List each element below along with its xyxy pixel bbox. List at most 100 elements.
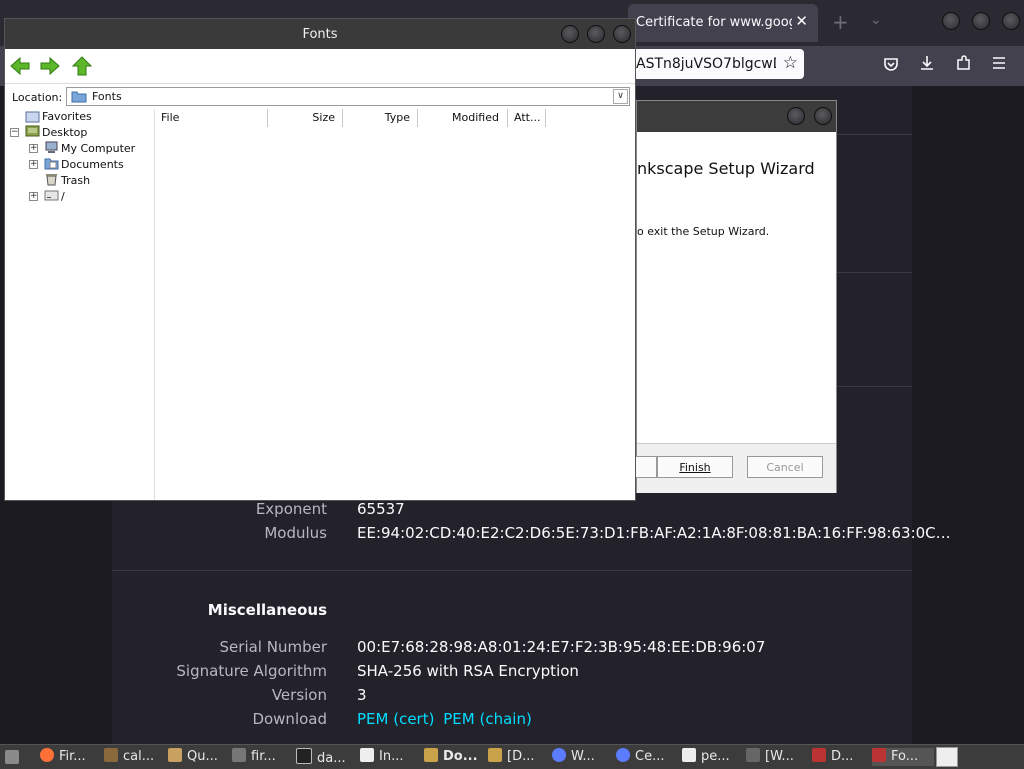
version-value: 3	[357, 686, 367, 704]
close-button[interactable]	[613, 25, 631, 43]
location-dropdown-icon[interactable]: ∨	[613, 89, 628, 104]
desktop-icon	[25, 125, 40, 137]
tab-list-button[interactable]: ⌄	[870, 12, 882, 28]
taskbar-item-d-bracket[interactable]: [D...	[488, 748, 534, 766]
tab-close-icon[interactable]: ✕	[795, 12, 808, 30]
taskbar-item-pe[interactable]: pe...	[682, 748, 730, 766]
taskbar-item-firefox[interactable]: Fir...	[40, 748, 86, 766]
column-header-size[interactable]: Size	[268, 109, 343, 127]
taskbar-item-calibre[interactable]: cal...	[104, 748, 154, 766]
folder-icon	[488, 748, 502, 762]
back-button[interactable]	[635, 456, 657, 478]
tab-certificate[interactable]: Certificate for www.google ✕	[628, 4, 818, 42]
tree-item-favorites[interactable]: Favorites	[42, 110, 92, 123]
tree-item-documents[interactable]: Documents	[61, 158, 124, 171]
column-header-file[interactable]: File	[155, 109, 268, 127]
collapse-icon[interactable]: −	[10, 128, 19, 137]
inkscape-setup-wizard: nkscape Setup Wizard o exit the Setup Wi…	[635, 100, 837, 493]
menu-icon[interactable]	[991, 55, 1007, 71]
minimize-button[interactable]	[942, 12, 960, 30]
forward-arrow-icon[interactable]	[39, 56, 61, 76]
file-list: File Size Type Modified Att...	[155, 109, 635, 500]
window-title: Fonts	[302, 27, 338, 42]
books-icon	[104, 748, 118, 762]
drive-icon	[44, 190, 59, 201]
location-row: Location: Fonts ∨	[5, 83, 635, 110]
tray-icon[interactable]	[936, 747, 958, 767]
maximize-button[interactable]	[972, 12, 990, 30]
taskbar-item-fonts[interactable]: Fo...	[872, 748, 934, 766]
sigalg-value: SHA-256 with RSA Encryption	[357, 662, 579, 680]
taskbar-item-w[interactable]: W...	[552, 748, 595, 766]
taskbar-item-do[interactable]: Do...	[424, 748, 478, 766]
tree-item-desktop[interactable]: Desktop	[42, 126, 87, 139]
url-text: ASTn8juVSO7blgcwDC	[636, 56, 776, 72]
serial-value: 00:E7:68:28:98:A8:01:24:E7:F2:3B:95:48:E…	[357, 638, 766, 656]
minimize-button[interactable]	[561, 25, 579, 43]
folder-tree: Favorites − Desktop + My Computer + Docu…	[5, 109, 155, 500]
close-button[interactable]	[814, 107, 832, 125]
up-arrow-icon[interactable]	[71, 56, 93, 76]
cancel-button[interactable]: Cancel	[747, 456, 823, 478]
firefox-icon	[552, 748, 566, 762]
fonts-titlebar: Fonts	[5, 19, 635, 49]
new-tab-button[interactable]: +	[832, 10, 849, 34]
taskbar-item-w-bracket[interactable]: [W...	[746, 748, 794, 766]
column-header-type[interactable]: Type	[343, 109, 418, 127]
expand-icon[interactable]: +	[29, 192, 38, 201]
taskbar: Fir... cal... Qu... fir... da... In... D…	[0, 744, 1024, 769]
column-header-attributes[interactable]: Att...	[508, 109, 546, 127]
serial-label: Serial Number	[219, 638, 327, 656]
window-icon	[682, 748, 696, 762]
taskbar-item-qu[interactable]: Qu...	[168, 748, 218, 766]
fonts-window: Fonts Location: Fonts ∨ Favorites − Desk…	[4, 18, 636, 501]
folder-icon	[71, 91, 87, 103]
location-input[interactable]: Fonts ∨	[66, 87, 630, 106]
app-icon	[232, 748, 246, 762]
minimize-button[interactable]	[787, 107, 805, 125]
pem-cert-link[interactable]: PEM (cert)	[357, 710, 434, 728]
tree-item-trash[interactable]: Trash	[61, 174, 90, 187]
firefox-icon	[40, 748, 54, 762]
url-bar[interactable]: ASTn8juVSO7blgcwDC ☆	[630, 49, 804, 79]
folder-icon	[424, 748, 438, 762]
sigalg-label: Signature Algorithm	[176, 662, 327, 680]
taskbar-item-fir[interactable]: fir...	[232, 748, 276, 766]
firefox-icon	[616, 748, 630, 762]
expand-icon[interactable]: +	[29, 160, 38, 169]
modulus-label: Modulus	[264, 524, 327, 542]
tree-item-root[interactable]: /	[61, 190, 65, 203]
wine-icon	[872, 748, 886, 762]
exponent-label: Exponent	[255, 500, 327, 518]
taskbar-item-in[interactable]: In...	[360, 748, 403, 766]
extensions-icon[interactable]	[955, 54, 973, 72]
section-heading-miscellaneous: Miscellaneous	[207, 601, 327, 619]
window-icon	[360, 748, 374, 762]
maximize-button[interactable]	[587, 25, 605, 43]
expand-icon[interactable]: +	[29, 144, 38, 153]
column-header-modified[interactable]: Modified	[418, 109, 508, 127]
taskbar-item-da[interactable]: da...	[296, 748, 346, 766]
tree-item-my-computer[interactable]: My Computer	[61, 142, 135, 155]
app-icon	[746, 748, 760, 762]
show-desktop-icon[interactable]	[5, 750, 19, 764]
divider	[112, 570, 912, 571]
taskbar-item-ce[interactable]: Ce...	[616, 748, 664, 766]
computer-icon	[45, 141, 58, 153]
taskbar-item-d[interactable]: D...	[812, 748, 853, 766]
pocket-icon[interactable]	[882, 55, 900, 73]
terminal-icon	[296, 748, 312, 764]
wizard-titlebar	[637, 101, 836, 132]
app-icon	[168, 748, 182, 762]
modulus-value: EE:94:02:CD:40:E2:C2:D6:5E:73:D1:FB:AF:A…	[357, 524, 951, 542]
pem-chain-link[interactable]: PEM (chain)	[443, 710, 532, 728]
finish-button[interactable]: Finish	[657, 456, 733, 478]
download-icon[interactable]	[918, 54, 936, 72]
bookmark-star-icon[interactable]: ☆	[783, 53, 798, 73]
back-arrow-icon[interactable]	[9, 56, 31, 76]
download-label: Download	[252, 710, 327, 728]
documents-icon	[44, 158, 59, 170]
toolbar	[5, 49, 635, 83]
favorites-icon	[25, 111, 40, 123]
close-button[interactable]	[1002, 12, 1020, 30]
